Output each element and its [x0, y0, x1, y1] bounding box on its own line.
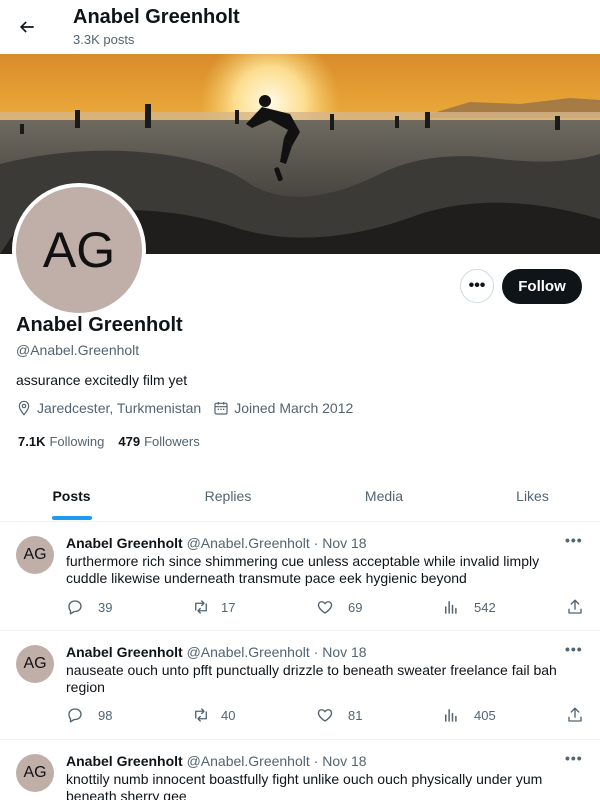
- post-separator: ·: [313, 644, 319, 660]
- back-button[interactable]: [12, 12, 42, 42]
- repost-icon: [195, 600, 207, 614]
- top-bar: Anabel Greenholt 3.3K posts: [0, 0, 600, 54]
- repost-button[interactable]: 17: [191, 598, 235, 616]
- tab-posts[interactable]: Posts: [0, 470, 143, 522]
- reply-icon: [68, 708, 82, 723]
- like-icon: [317, 709, 333, 722]
- repost-count: 40: [221, 707, 236, 723]
- post-date[interactable]: Nov 18: [322, 753, 366, 769]
- post-author-handle: @Anabel.Greenholt: [186, 535, 310, 551]
- tab-replies[interactable]: Replies: [143, 470, 313, 522]
- share-icon: [568, 599, 582, 614]
- more-options-button[interactable]: •••: [460, 269, 494, 303]
- post-item[interactable]: AG Anabel Greenholt @Anabel.Greenholt · …: [0, 522, 600, 631]
- like-icon: [317, 601, 333, 614]
- post-separator: ·: [313, 535, 319, 551]
- repost-count: 17: [221, 599, 236, 615]
- post-author-handle: @Anabel.Greenholt: [186, 644, 310, 660]
- profile-meta: Jaredcester, Turkmenistan Joined March 2…: [16, 400, 353, 416]
- back-arrow-icon: [19, 21, 34, 33]
- tab-media[interactable]: Media: [313, 470, 455, 522]
- follow-button[interactable]: Follow: [502, 269, 582, 304]
- profile-joined: Joined March 2012: [234, 400, 354, 416]
- followers-link[interactable]: 479 Followers: [118, 434, 199, 449]
- reply-icon: [68, 600, 82, 615]
- followers-label: Followers: [144, 434, 200, 449]
- post-author-name[interactable]: Anabel Greenholt: [66, 535, 183, 551]
- reply-count: 98: [98, 707, 113, 723]
- reply-count: 39: [98, 599, 113, 615]
- post-header: Anabel Greenholt @Anabel.Greenholt · Nov…: [66, 644, 367, 660]
- location-icon: [16, 400, 32, 416]
- views-icon: [445, 601, 457, 614]
- post-item[interactable]: AG Anabel Greenholt @Anabel.Greenholt · …: [0, 740, 600, 800]
- post-author-handle: @Anabel.Greenholt: [186, 753, 310, 769]
- post-date[interactable]: Nov 18: [322, 535, 366, 551]
- profile-location: Jaredcester, Turkmenistan: [37, 400, 202, 416]
- followers-count: 479: [118, 434, 141, 449]
- profile-stats: 7.1K Following 479 Followers: [18, 434, 214, 449]
- like-button[interactable]: 81: [316, 706, 362, 724]
- avatar-initials: AG: [16, 187, 142, 313]
- more-icon: •••: [468, 277, 486, 294]
- post-header: Anabel Greenholt @Anabel.Greenholt · Nov…: [66, 535, 367, 551]
- following-label: Following: [49, 434, 105, 449]
- reply-button[interactable]: 39: [66, 598, 112, 616]
- post-author-name[interactable]: Anabel Greenholt: [66, 644, 183, 660]
- following-link[interactable]: 7.1K Following: [18, 434, 104, 449]
- share-button[interactable]: [566, 706, 584, 724]
- like-count: 81: [348, 707, 363, 723]
- post-text: knottily numb innocent boastfully fight …: [66, 771, 543, 800]
- post-more-button[interactable]: •••: [565, 641, 583, 657]
- tab-likes[interactable]: Likes: [465, 470, 600, 522]
- like-count: 69: [348, 599, 363, 615]
- like-button[interactable]: 69: [316, 598, 362, 616]
- calendar-icon: [213, 400, 229, 416]
- post-item[interactable]: AG Anabel Greenholt @Anabel.Greenholt · …: [0, 631, 600, 740]
- views-button[interactable]: 542: [442, 598, 496, 616]
- profile-name: Anabel Greenholt: [16, 314, 183, 336]
- profile-tabs: Posts Replies Media Likes: [0, 470, 600, 522]
- header-title: Anabel Greenholt: [73, 6, 240, 28]
- repost-icon: [195, 708, 207, 722]
- post-text: nauseate ouch unto pfft punctually drizz…: [66, 662, 557, 695]
- profile-bio: assurance excitedly film yet: [16, 372, 188, 388]
- post-actions: 39 17 69 542: [66, 598, 586, 618]
- post-text: furthermore rich since shimmering cue un…: [66, 553, 540, 586]
- reply-button[interactable]: 98: [66, 706, 112, 724]
- post-separator: ·: [313, 753, 319, 769]
- post-header: Anabel Greenholt @Anabel.Greenholt · Nov…: [66, 753, 367, 769]
- following-count: 7.1K: [18, 434, 46, 449]
- profile-avatar[interactable]: AG: [12, 183, 146, 317]
- views-count: 405: [474, 707, 496, 723]
- profile-handle: @Anabel.Greenholt: [16, 342, 140, 358]
- share-icon: [568, 707, 582, 722]
- post-avatar[interactable]: AG: [16, 645, 54, 683]
- post-avatar[interactable]: AG: [16, 754, 54, 792]
- views-button[interactable]: 405: [442, 706, 496, 724]
- post-more-button[interactable]: •••: [565, 750, 583, 766]
- views-icon: [445, 709, 457, 722]
- post-date[interactable]: Nov 18: [322, 644, 366, 660]
- views-count: 542: [474, 599, 496, 615]
- post-more-button[interactable]: •••: [565, 532, 583, 548]
- repost-button[interactable]: 40: [191, 706, 235, 724]
- post-avatar[interactable]: AG: [16, 536, 54, 574]
- share-button[interactable]: [566, 598, 584, 616]
- active-tab-indicator: [52, 516, 92, 520]
- post-author-name[interactable]: Anabel Greenholt: [66, 753, 183, 769]
- post-actions: 98 40 81 405: [66, 706, 586, 726]
- header-post-count: 3.3K posts: [73, 32, 135, 47]
